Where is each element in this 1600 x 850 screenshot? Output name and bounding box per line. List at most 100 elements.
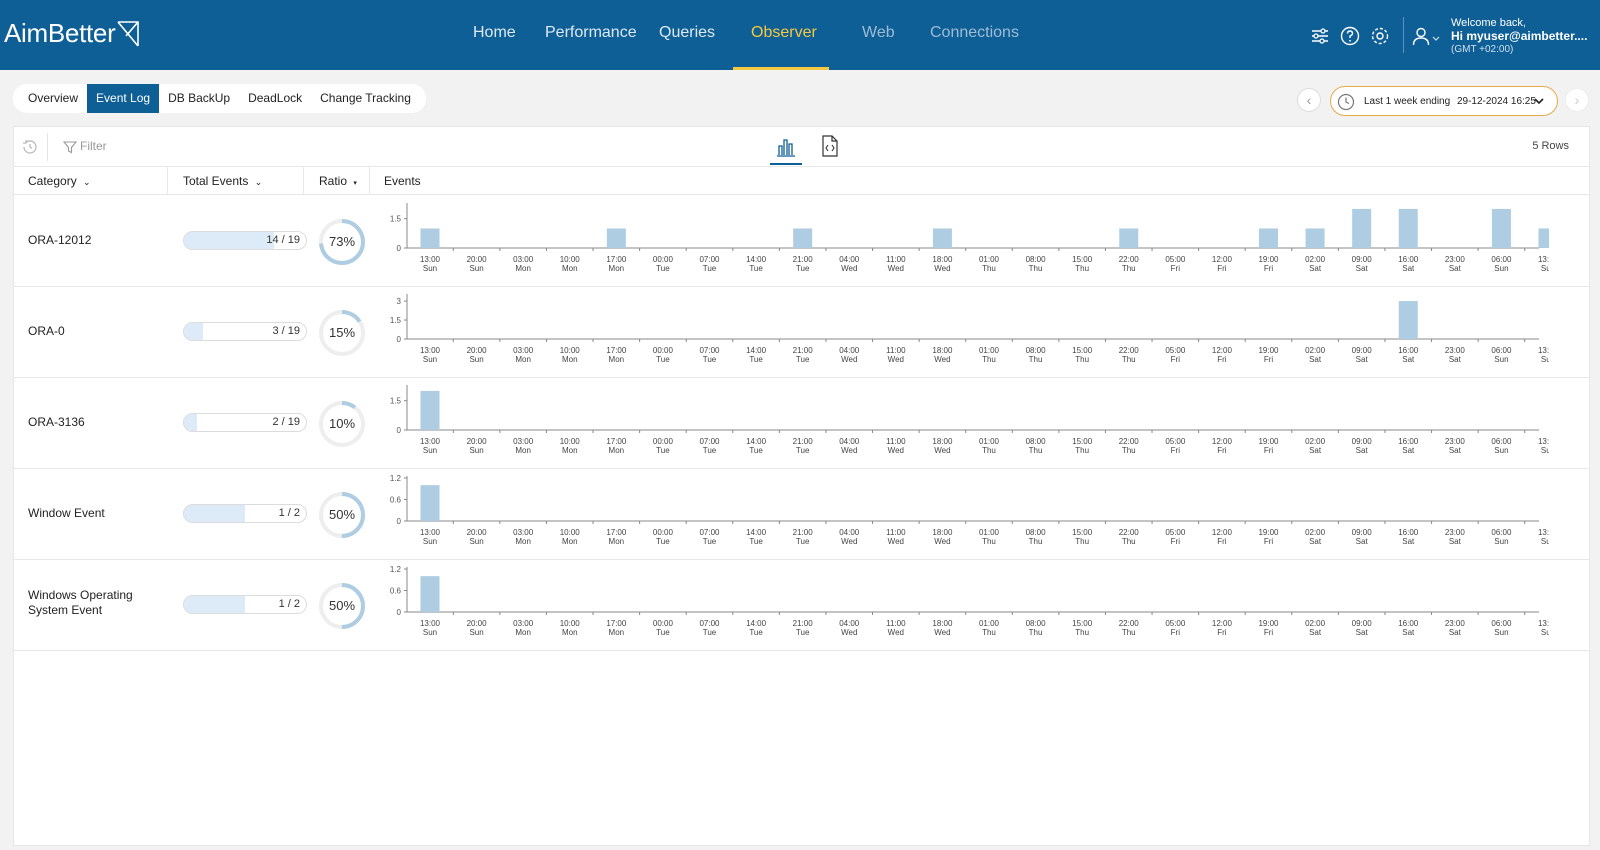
column-header-ratio[interactable]: Ratio ▾ xyxy=(319,167,357,195)
event-bar[interactable] xyxy=(1352,208,1372,248)
tab-deadlock[interactable]: DeadLock xyxy=(239,84,311,113)
help-icon[interactable] xyxy=(1340,26,1360,46)
events-bar-chart: 01.513:00Sun20:00Sun03:00Mon10:00Mon17:0… xyxy=(390,385,1549,455)
nav-connections[interactable]: Connections xyxy=(930,24,1019,42)
x-tick-time-label: 07:00 xyxy=(699,528,720,537)
x-tick-time-label: 19:00 xyxy=(1258,346,1279,355)
y-tick-label: 0 xyxy=(397,335,402,344)
table-row[interactable]: Windows Operating System Event 1 / 2 50% 0 0… xyxy=(14,559,1589,651)
event-bar[interactable] xyxy=(420,228,440,248)
event-bar[interactable] xyxy=(1398,301,1418,339)
tab-overview[interactable]: Overview xyxy=(19,84,87,113)
x-tick-time-label: 13:00 xyxy=(1538,255,1549,264)
event-bar[interactable] xyxy=(1538,228,1550,248)
event-bar[interactable] xyxy=(793,228,813,248)
x-tick-day-label: Tue xyxy=(656,446,670,455)
event-bar[interactable] xyxy=(420,390,440,430)
app-logo[interactable]: AimBetter xyxy=(4,18,116,49)
progress-label: 1 / 2 xyxy=(279,507,300,519)
nav-home[interactable]: Home xyxy=(473,24,516,42)
time-range-selector[interactable]: Last 1 week ending 29-12-2024 16:25 xyxy=(1330,86,1558,116)
x-tick-time-label: 02:00 xyxy=(1305,346,1326,355)
category-name: ORA-12012 xyxy=(28,233,92,247)
progress-label: 1 / 2 xyxy=(279,598,300,610)
x-tick-day-label: Thu xyxy=(1122,537,1136,546)
column-header-total-events[interactable]: Total Events ⌄ xyxy=(183,167,262,195)
x-tick-time-label: 00:00 xyxy=(653,619,674,628)
nav-observer[interactable]: Observer xyxy=(751,24,817,42)
event-bar[interactable] xyxy=(420,485,440,521)
event-bar[interactable] xyxy=(606,228,626,248)
x-tick-day-label: Thu xyxy=(1075,264,1089,273)
event-bar[interactable] xyxy=(932,228,952,248)
x-tick-day-label: Wed xyxy=(934,446,950,455)
nav-web[interactable]: Web xyxy=(862,24,895,42)
event-bar[interactable] xyxy=(1305,228,1325,248)
event-bar[interactable] xyxy=(1119,228,1139,248)
toolbar-divider xyxy=(47,133,48,161)
x-tick-day-label: Sun xyxy=(469,355,483,364)
sort-indicator-icon: ▾ xyxy=(353,180,357,187)
user-menu-chevron-down-icon[interactable] xyxy=(1432,26,1440,46)
x-tick-time-label: 01:00 xyxy=(979,346,1000,355)
x-tick-day-label: Mon xyxy=(515,355,531,364)
x-tick-time-label: 18:00 xyxy=(932,255,953,264)
x-tick-time-label: 17:00 xyxy=(606,346,627,355)
sliders-icon[interactable] xyxy=(1310,26,1330,46)
y-tick-label: 1.5 xyxy=(390,215,402,224)
x-tick-time-label: 18:00 xyxy=(932,528,953,537)
x-tick-day-label: Tue xyxy=(749,446,763,455)
x-tick-time-label: 20:00 xyxy=(467,528,488,537)
tab-db-backup[interactable]: DB BackUp xyxy=(159,84,239,113)
table-row[interactable]: Window Event 1 / 2 50% 0 0.6 1.2 13:00 Sun 20:00… xyxy=(14,468,1589,560)
x-tick-time-label: 15:00 xyxy=(1072,255,1093,264)
x-tick-time-label: 13:00 xyxy=(1538,528,1549,537)
settings-gear-icon[interactable] xyxy=(1370,26,1390,46)
x-tick-time-label: 13:00 xyxy=(420,619,441,628)
x-tick-time-label: 07:00 xyxy=(699,346,720,355)
nav-performance[interactable]: Performance xyxy=(545,24,637,42)
event-bar[interactable] xyxy=(420,576,440,612)
previous-period-button[interactable]: ‹ xyxy=(1297,88,1321,112)
table-row[interactable]: ORA-3136 2 / 19 10% 0 1.5 13:00 Sun 20:00 Sun 03:… xyxy=(14,377,1589,469)
progress-fill xyxy=(184,505,245,522)
tab-change-tracking[interactable]: Change Tracking xyxy=(311,84,420,113)
nav-queries[interactable]: Queries xyxy=(659,24,715,42)
x-tick-day-label: Sun xyxy=(1541,628,1549,637)
user-welcome[interactable]: Welcome back, Hi myuser@aimbetter.... (G… xyxy=(1451,17,1587,56)
x-tick-time-label: 20:00 xyxy=(467,437,488,446)
x-tick-time-label: 09:00 xyxy=(1352,619,1373,628)
x-tick-time-label: 01:00 xyxy=(979,437,1000,446)
x-tick-time-label: 06:00 xyxy=(1491,255,1512,264)
x-tick-day-label: Tue xyxy=(796,264,810,273)
x-tick-time-label: 05:00 xyxy=(1165,619,1186,628)
next-period-button[interactable]: › xyxy=(1565,88,1589,112)
x-tick-day-label: Sat xyxy=(1449,628,1462,637)
x-tick-day-label: Sat xyxy=(1309,264,1322,273)
table-row[interactable]: ORA-0 3 / 19 15% 0 1.5 3 13:00 Sun 20:00 Sun 03:00… xyxy=(14,286,1589,378)
event-bar[interactable] xyxy=(1398,208,1418,248)
x-tick-time-label: 10:00 xyxy=(560,528,581,537)
x-tick-day-label: Thu xyxy=(1075,537,1089,546)
x-tick-time-label: 00:00 xyxy=(653,528,674,537)
table-row[interactable]: ORA-12012 14 / 19 73% 0 1.5 13:00 Sun 20:00 Sun 0… xyxy=(14,195,1589,287)
x-tick-time-label: 12:00 xyxy=(1212,619,1233,628)
event-bar[interactable] xyxy=(1259,228,1278,248)
x-tick-time-label: 13:00 xyxy=(1538,437,1549,446)
x-tick-day-label: Wed xyxy=(841,355,857,364)
x-tick-day-label: Tue xyxy=(796,537,810,546)
filter-input[interactable]: Filter xyxy=(62,139,107,154)
event-bar[interactable] xyxy=(1491,208,1511,248)
x-tick-time-label: 02:00 xyxy=(1305,528,1326,537)
user-avatar-icon[interactable] xyxy=(1411,26,1431,46)
x-tick-time-label: 12:00 xyxy=(1212,346,1233,355)
x-tick-time-label: 05:00 xyxy=(1165,346,1186,355)
column-header-category[interactable]: Category ⌄ xyxy=(28,167,91,195)
tab-event-log[interactable]: Event Log xyxy=(87,84,160,113)
xml-file-icon[interactable] xyxy=(820,135,840,157)
x-tick-day-label: Wed xyxy=(841,628,857,637)
refresh-history-icon[interactable] xyxy=(21,138,39,156)
x-tick-time-label: 23:00 xyxy=(1445,346,1466,355)
chart-view-tab[interactable] xyxy=(770,135,802,165)
x-tick-time-label: 17:00 xyxy=(606,255,627,264)
